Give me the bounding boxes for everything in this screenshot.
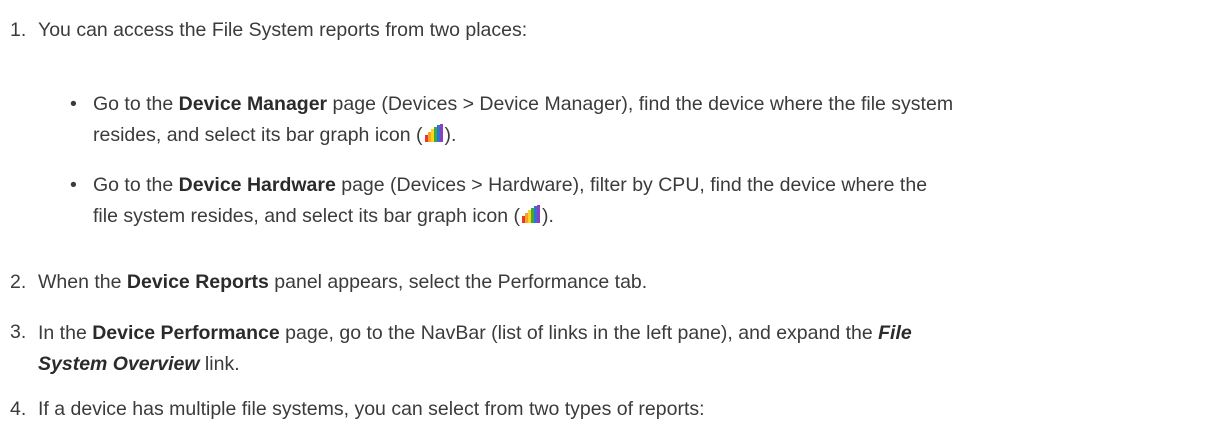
step-4: 4. If a device has multiple file systems,… bbox=[10, 395, 705, 423]
bar-graph-icon bbox=[522, 205, 541, 223]
step-text: You can access the File System reports f… bbox=[38, 19, 528, 41]
link-term: File bbox=[878, 322, 912, 344]
bullet-text: page (Devices > Hardware), filter by CPU… bbox=[335, 174, 928, 196]
step-number: 2. bbox=[10, 271, 27, 293]
bullet-text: ). bbox=[542, 205, 554, 227]
bullet-text: page (Devices > Device Manager), find th… bbox=[327, 93, 954, 115]
bullet-line-1: Go to the Device Hardware page (Devices … bbox=[93, 170, 1223, 201]
list-item-device-hardware: • Go to the Device Hardware page (Device… bbox=[70, 170, 1223, 232]
bold-term: Device Reports bbox=[126, 271, 269, 293]
step-text: In the Device Performance page, go to th… bbox=[38, 322, 912, 375]
step-text: When the Device Reports panel appears, s… bbox=[38, 271, 648, 293]
step-number: 4. bbox=[10, 398, 27, 420]
bullet-marker: • bbox=[70, 174, 77, 196]
bullet-text: Go to the bbox=[93, 93, 179, 115]
bullet-line-1: Go to the Device Manager page (Devices >… bbox=[93, 89, 1223, 120]
bullet-text: file system resides, and select its bar … bbox=[93, 205, 521, 227]
bullet-marker: • bbox=[70, 93, 77, 115]
bullet-line-2: resides, and select its bar graph icon (… bbox=[93, 120, 1223, 151]
bar-graph-icon bbox=[424, 124, 443, 142]
list-item-device-manager: • Go to the Device Manager page (Devices… bbox=[70, 89, 1223, 151]
bold-term: Device Hardware bbox=[178, 174, 336, 196]
bullet-text: resides, and select its bar graph icon ( bbox=[93, 124, 423, 146]
step-2: 2. When the Device Reports panel appears,… bbox=[10, 268, 647, 296]
step-number: 3. bbox=[10, 321, 27, 343]
bold-term: Device Manager bbox=[178, 93, 328, 115]
step-number: 1. bbox=[10, 19, 27, 41]
bold-term: Device Performance bbox=[92, 322, 280, 344]
step-3: 3. In the Device Performance page, go to … bbox=[10, 318, 1218, 380]
bullet-text: ). bbox=[444, 124, 457, 146]
step-text: If a device has multiple file systems, y… bbox=[38, 398, 705, 420]
bullet-text: Go to the bbox=[93, 174, 179, 196]
bullet-line-2: file system resides, and select its bar … bbox=[93, 201, 1223, 232]
link-term: System Overview bbox=[38, 353, 200, 375]
step-1: 1. You can access the File System reports… bbox=[10, 16, 527, 44]
